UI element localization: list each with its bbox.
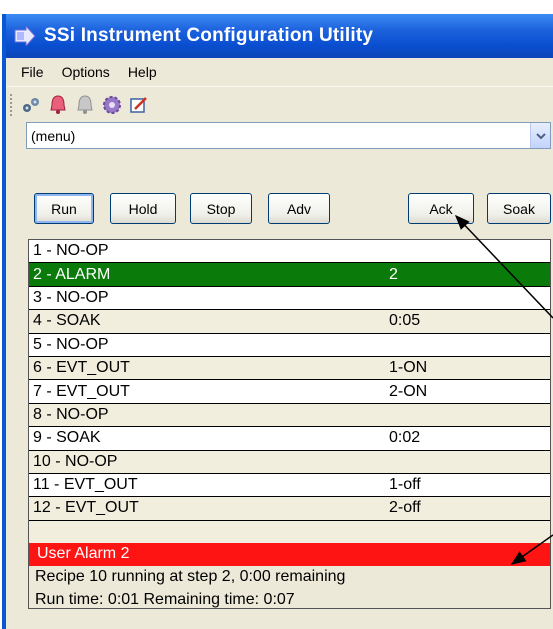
app-icon [14, 26, 36, 46]
hold-button[interactable]: Hold [110, 193, 176, 224]
step-name: 9 - SOAK [33, 429, 101, 447]
stop-button[interactable]: Stop [190, 193, 252, 224]
toolbar-grip[interactable] [10, 93, 13, 116]
alarm-message: User Alarm 2 [29, 542, 550, 566]
bell-disabled-icon [77, 94, 93, 114]
step-row[interactable]: 8 - NO-OP [29, 403, 550, 428]
step-row[interactable]: 3 - NO-OP [29, 286, 550, 311]
step-name: 11 - EVT_OUT [33, 476, 138, 494]
step-name: 8 - NO-OP [33, 405, 109, 423]
status-line-2: Run time: 0:01 Remaining time: 0:07 [29, 588, 550, 608]
step-row[interactable]: 4 - SOAK 0:05 [29, 310, 550, 334]
combo-dropdown-button[interactable] [530, 123, 550, 148]
bell-button[interactable] [46, 92, 70, 118]
gear-icon [103, 95, 121, 114]
step-rows: 1 - NO-OP 2 - ALARM 2 3 - NO-OP 4 - SOAK 0:05… [29, 240, 550, 521]
step-name: 7 - EVT_OUT [33, 382, 130, 400]
step-name: 1 - NO-OP [33, 242, 109, 260]
connect-button[interactable] [19, 92, 43, 118]
soak-button[interactable]: Soak [487, 193, 551, 224]
status-line-1: Recipe 10 running at step 2, 0:00 remain… [29, 565, 550, 589]
step-name: 6 - EVT_OUT [33, 359, 130, 377]
adv-button[interactable]: Adv [268, 193, 330, 224]
empty-row [29, 520, 550, 543]
edit-icon [130, 96, 147, 113]
step-value: 1-off [389, 476, 421, 494]
window-title: SSi Instrument Configuration Utility [44, 25, 374, 46]
step-value: 2 [389, 265, 398, 283]
step-value: 2-off [389, 499, 421, 517]
step-row[interactable]: 6 - EVT_OUT 1-ON [29, 356, 550, 381]
menu-help[interactable]: Help [119, 64, 166, 80]
edit-button[interactable] [127, 92, 151, 118]
step-value: 2-ON [389, 382, 428, 400]
recipe-combo[interactable]: (menu) [26, 122, 551, 149]
ack-button[interactable]: Ack [408, 193, 474, 224]
bell-icon [50, 94, 66, 114]
step-value: 0:05 [389, 312, 421, 330]
step-name: 5 - NO-OP [33, 335, 109, 353]
step-name: 3 - NO-OP [33, 288, 109, 306]
step-row[interactable]: 12 - EVT_OUT 2-off [29, 497, 550, 521]
step-name: 10 - NO-OP [33, 452, 118, 470]
run-button[interactable]: Run [34, 193, 94, 224]
step-value: 1-ON [389, 359, 428, 377]
step-name: 4 - SOAK [33, 312, 101, 330]
step-row[interactable]: 9 - SOAK 0:02 [29, 427, 550, 451]
menu-file[interactable]: File [12, 64, 53, 80]
step-row[interactable]: 11 - EVT_OUT 1-off [29, 473, 550, 498]
step-name: 2 - ALARM [33, 265, 111, 283]
chevron-down-icon [535, 132, 546, 139]
step-row[interactable]: 7 - EVT_OUT 2-ON [29, 380, 550, 404]
settings-button[interactable] [100, 92, 124, 118]
step-name: 12 - EVT_OUT [33, 499, 139, 517]
recipe-combo-value: (menu) [31, 127, 76, 144]
step-row[interactable]: 1 - NO-OP [29, 240, 550, 264]
recipe-step-list[interactable]: 1 - NO-OP 2 - ALARM 2 3 - NO-OP 4 - SOAK 0:05… [28, 239, 551, 609]
step-row[interactable]: 10 - NO-OP [29, 450, 550, 474]
bell-disabled-button[interactable] [73, 92, 97, 118]
step-row[interactable]: 2 - ALARM 2 [29, 263, 550, 287]
menu-bar: File Options Help [6, 58, 553, 86]
step-value: 0:02 [389, 429, 421, 447]
menu-options[interactable]: Options [53, 64, 119, 80]
toolbar [6, 86, 553, 122]
title-bar[interactable]: SSi Instrument Configuration Utility [6, 14, 553, 58]
step-row[interactable]: 5 - NO-OP [29, 333, 550, 357]
connect-icon [23, 97, 39, 112]
